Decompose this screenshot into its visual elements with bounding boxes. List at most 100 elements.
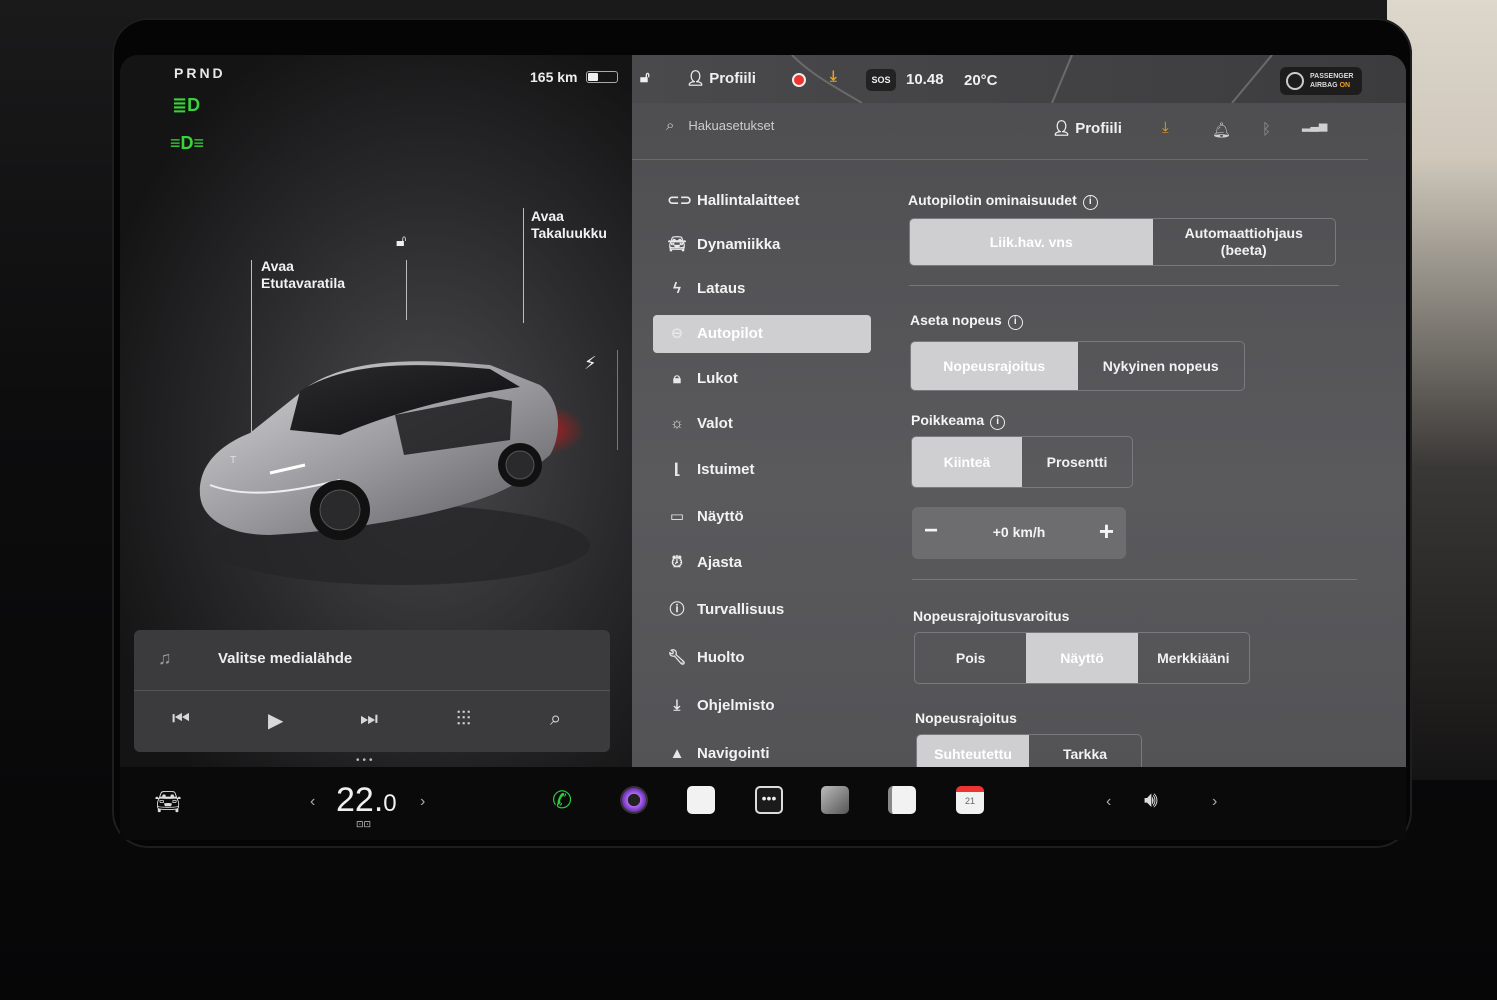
offset-heading: Poikkeama i <box>911 412 1006 430</box>
option-off[interactable]: Pois <box>915 633 1026 683</box>
navigation-app-icon[interactable] <box>821 786 849 814</box>
speed-warning-selector: Pois Näyttö Merkkiääni <box>914 632 1250 684</box>
notification-bell-icon[interactable]: 🔔︎ <box>1212 121 1231 139</box>
settings-search[interactable]: ⌕ Hakuasetukset <box>666 117 774 134</box>
download-icon: ⤓ <box>673 697 681 714</box>
seat-heater-icon[interactable]: ⊡⊡ <box>356 819 371 830</box>
nav-item-charging[interactable]: ϟ Lataus <box>653 270 871 308</box>
passenger-airbag-indicator: PASSENGER AIRBAG ON <box>1280 67 1362 95</box>
calendar-app-icon[interactable]: 21 <box>956 786 984 814</box>
volume-up-chevron-icon[interactable]: › <box>1212 793 1217 811</box>
nav-item-safety[interactable]: ⓘ Turvallisuus <box>653 591 871 629</box>
more-apps-icon[interactable]: ••• <box>755 786 783 814</box>
autopilot-features-heading: Autopilotin ominaisuudet i <box>908 192 1098 210</box>
download-status-icon[interactable]: ⤓ <box>830 68 837 85</box>
notes-app-icon[interactable] <box>687 786 715 814</box>
wrench-icon: 🔧︎ <box>667 649 687 666</box>
nav-item-software[interactable]: ⤓ Ohjelmisto <box>653 687 871 725</box>
previous-track-icon[interactable]: ⏮︎ <box>172 708 190 731</box>
speed-warning-heading: Nopeusrajoitusvaroitus <box>913 608 1070 624</box>
seat-icon: ⌊ <box>673 461 681 478</box>
option-autosteer-beta[interactable]: Automaattiohjaus (beeta) <box>1153 219 1336 265</box>
section-divider <box>912 579 1357 580</box>
lock-status-icon[interactable]: 🔓︎ <box>640 69 650 86</box>
info-icon: i <box>1007 315 1023 330</box>
range-readout: 165 km <box>530 69 578 85</box>
plus-icon[interactable]: + <box>1099 516 1114 547</box>
phone-icon[interactable]: ✆ <box>552 786 572 815</box>
car-visualization-panel: PRND ≣D ≡D≡ 165 km Avaa Etutavaratila Av… <box>120 55 632 767</box>
option-display[interactable]: Näyttö <box>1026 633 1138 683</box>
nav-item-dynamics[interactable]: 🚘︎ Dynamiikka <box>653 226 871 264</box>
nav-item-autopilot[interactable]: ⊖ Autopilot <box>653 315 871 353</box>
steering-wheel-icon: ⊖ <box>670 325 684 342</box>
speed-limit-heading: Nopeusrajoitus <box>915 710 1017 726</box>
temp-up-chevron-icon[interactable]: › <box>420 793 425 811</box>
lock-icon: 🔒︎ <box>673 370 681 387</box>
lte-signal-icon: ▂▃▅ <box>1302 120 1328 132</box>
headlights-icon: ≣D <box>172 95 201 115</box>
nav-item-controls[interactable]: ⊂⊃ Hallintalaitteet <box>653 182 871 220</box>
cabin-temperature[interactable]: 22.0 <box>336 781 397 820</box>
music-note-icon: ♫ <box>158 648 172 668</box>
next-track-icon[interactable]: ⏭︎ <box>360 708 378 731</box>
airbag-icon <box>1286 72 1304 90</box>
person-icon: 👤︎ <box>1052 120 1072 137</box>
gear-indicator: PRND <box>174 65 226 81</box>
nav-item-service[interactable]: 🔧︎ Huolto <box>653 639 871 677</box>
person-icon: 👤︎ <box>686 70 706 87</box>
touchscreen: PRND ≣D ≡D≡ 165 km Avaa Etutavaratila Av… <box>120 55 1406 840</box>
header-divider <box>632 159 1368 160</box>
nav-item-display[interactable]: ▭ Näyttö <box>653 498 871 536</box>
trunk-callout[interactable]: Avaa Takaluukku <box>531 208 607 242</box>
offset-value: +0 km/h <box>992 524 1046 540</box>
equalizer-icon[interactable]: ⫶⫶⫶ <box>456 708 471 731</box>
page-dots: ••• <box>356 755 376 766</box>
manual-app-icon[interactable] <box>888 786 916 814</box>
info-icon: i <box>1082 195 1098 210</box>
media-search-icon[interactable]: ⌕ <box>550 708 561 731</box>
clock: 10.48 <box>906 71 944 88</box>
toggle-icon: ⊂⊃ <box>667 192 693 209</box>
outside-temperature: 20°C <box>964 72 998 89</box>
option-fixed[interactable]: Kiinteä <box>912 437 1022 487</box>
option-chime[interactable]: Merkkiääni <box>1138 633 1249 683</box>
nav-item-locks[interactable]: 🔒︎ Lukot <box>653 360 871 398</box>
set-speed-heading: Aseta nopeus i <box>910 312 1023 330</box>
media-source-title[interactable]: Valitse medialähde <box>218 650 352 667</box>
autopilot-features-selector: Liik.hav. vns Automaattiohjaus (beeta) <box>909 218 1336 266</box>
settings-profile-button[interactable]: 👤︎ Profiili <box>1052 119 1122 137</box>
unlock-icon[interactable]: 🔓︎ <box>396 233 406 251</box>
nav-item-schedule[interactable]: ⏰︎ Ajasta <box>653 544 871 582</box>
option-current-speed[interactable]: Nykyinen nopeus <box>1078 342 1245 390</box>
parking-lights-icon: ≡D≡ <box>170 133 205 153</box>
media-player[interactable]: ♫ Valitse medialähde ⏮︎ ▶︎ ⏭︎ ⫶⫶⫶ ⌕ <box>134 630 610 752</box>
alarm-icon: ⏰︎ <box>671 554 683 571</box>
nav-item-lights[interactable]: ☼ Valot <box>653 405 871 443</box>
option-percent[interactable]: Prosentti <box>1022 437 1132 487</box>
bolt-icon: ϟ <box>673 280 681 297</box>
scroll-indicator <box>617 350 618 450</box>
volume-down-chevron-icon[interactable]: ‹ <box>1106 793 1111 811</box>
volume-icon[interactable]: 🔊︎ <box>1144 787 1158 813</box>
nav-item-seats[interactable]: ⌊ Istuimet <box>653 451 871 489</box>
car-model-image: T <box>199 361 590 585</box>
car-icon: 🚘︎ <box>667 236 687 253</box>
set-speed-selector: Nopeusrajoitus Nykyinen nopeus <box>910 341 1245 391</box>
profile-status[interactable]: 👤︎ Profiili <box>686 69 756 87</box>
media-progress <box>134 690 610 691</box>
temp-down-chevron-icon[interactable]: ‹ <box>310 793 315 811</box>
frunk-callout[interactable]: Avaa Etutavaratila <box>261 258 345 292</box>
bluetooth-icon[interactable]: ᛒ <box>1262 121 1271 138</box>
option-traffic-aware-cruise[interactable]: Liik.hav. vns <box>910 219 1153 265</box>
play-icon[interactable]: ▶︎ <box>268 708 283 733</box>
display-icon: ▭ <box>669 508 685 525</box>
option-speed-limit[interactable]: Nopeusrajoitus <box>911 342 1078 390</box>
svg-text:T: T <box>229 455 237 466</box>
sos-badge: SOS <box>866 69 896 91</box>
car-icon[interactable]: 🚘︎ <box>154 789 182 815</box>
camera-icon[interactable] <box>620 786 648 814</box>
section-divider <box>909 285 1339 286</box>
dashcam-record-icon[interactable] <box>792 73 806 87</box>
software-download-icon[interactable]: ⤓ <box>1162 119 1169 136</box>
